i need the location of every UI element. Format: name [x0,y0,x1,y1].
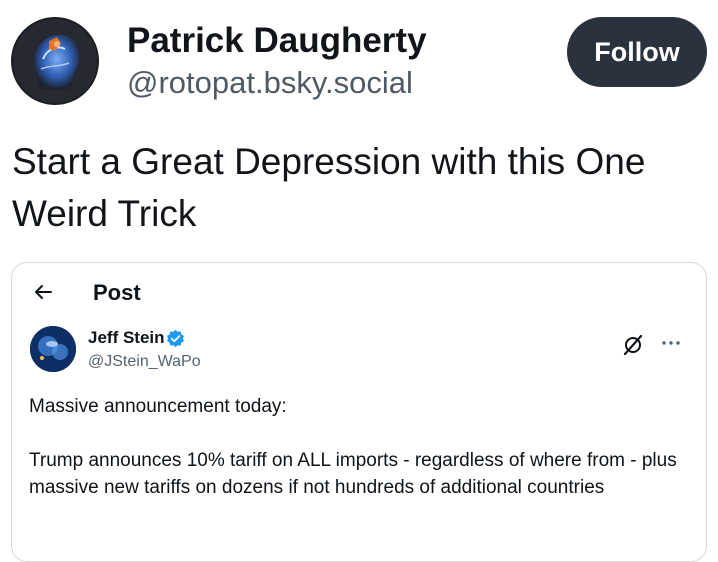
brain-head-avatar-icon [13,19,97,103]
post-text: Start a Great Depression with this One W… [12,141,646,234]
author-handle[interactable]: @rotopat.bsky.social [127,64,413,102]
post-header: Patrick Daugherty @rotopat.bsky.social F… [0,0,718,120]
more-icon[interactable] [661,339,681,347]
quoted-avatar-image [30,326,76,372]
quoted-author-name[interactable]: Jeff Stein [88,327,165,349]
back-arrow-icon[interactable] [30,279,56,305]
quoted-author-avatar[interactable] [30,326,76,372]
grok-icon[interactable] [621,333,645,357]
author-display-name[interactable]: Patrick Daugherty [127,20,427,62]
embed-header-title: Post [93,280,141,305]
quoted-post-paragraph: Massive announcement today: [29,396,287,417]
follow-button[interactable]: Follow [567,17,707,87]
quoted-author-handle[interactable]: @JStein_WaPo [88,351,201,373]
author-avatar[interactable] [11,17,99,105]
verified-badge-icon [167,329,184,348]
embedded-screenshot[interactable]: Post Jeff Stein @JStein_WaPo Massive ann… [11,262,707,562]
quoted-post-body: Massive announcement today: Trump announ… [29,393,699,501]
quoted-post-paragraph: Trump announces 10% tariff on ALL import… [29,450,677,498]
embed-header: Post [12,263,706,323]
